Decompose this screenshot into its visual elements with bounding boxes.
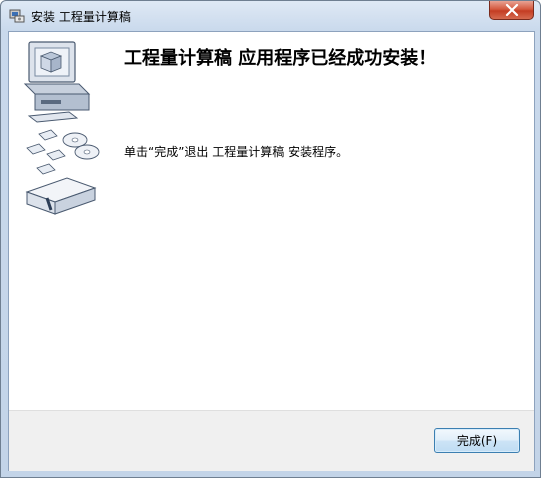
close-button[interactable] bbox=[489, 1, 534, 20]
finish-button[interactable]: 完成(F) bbox=[434, 428, 520, 453]
window-title: 安装 工程量计算稿 bbox=[31, 10, 131, 24]
title-bar[interactable]: 安装 工程量计算稿 bbox=[1, 1, 540, 31]
dialog-content: 工程量计算稿 应用程序已经成功安装！ 单击“完成”退出 工程量计算稿 安装程序。… bbox=[8, 31, 535, 471]
page-title: 工程量计算稿 应用程序已经成功安装！ bbox=[124, 48, 437, 69]
computer-with-disks-illustration bbox=[23, 41, 100, 215]
close-icon bbox=[505, 4, 518, 16]
button-bar: 完成(F) bbox=[9, 410, 534, 471]
installer-window: 安装 工程量计算稿 工程量计算稿 应用程序已经成功安装！ 单击“完成”退出 工程… bbox=[0, 0, 541, 478]
installer-icon bbox=[9, 9, 25, 23]
completion-message: 单击“完成”退出 工程量计算稿 安装程序。 bbox=[124, 145, 349, 159]
